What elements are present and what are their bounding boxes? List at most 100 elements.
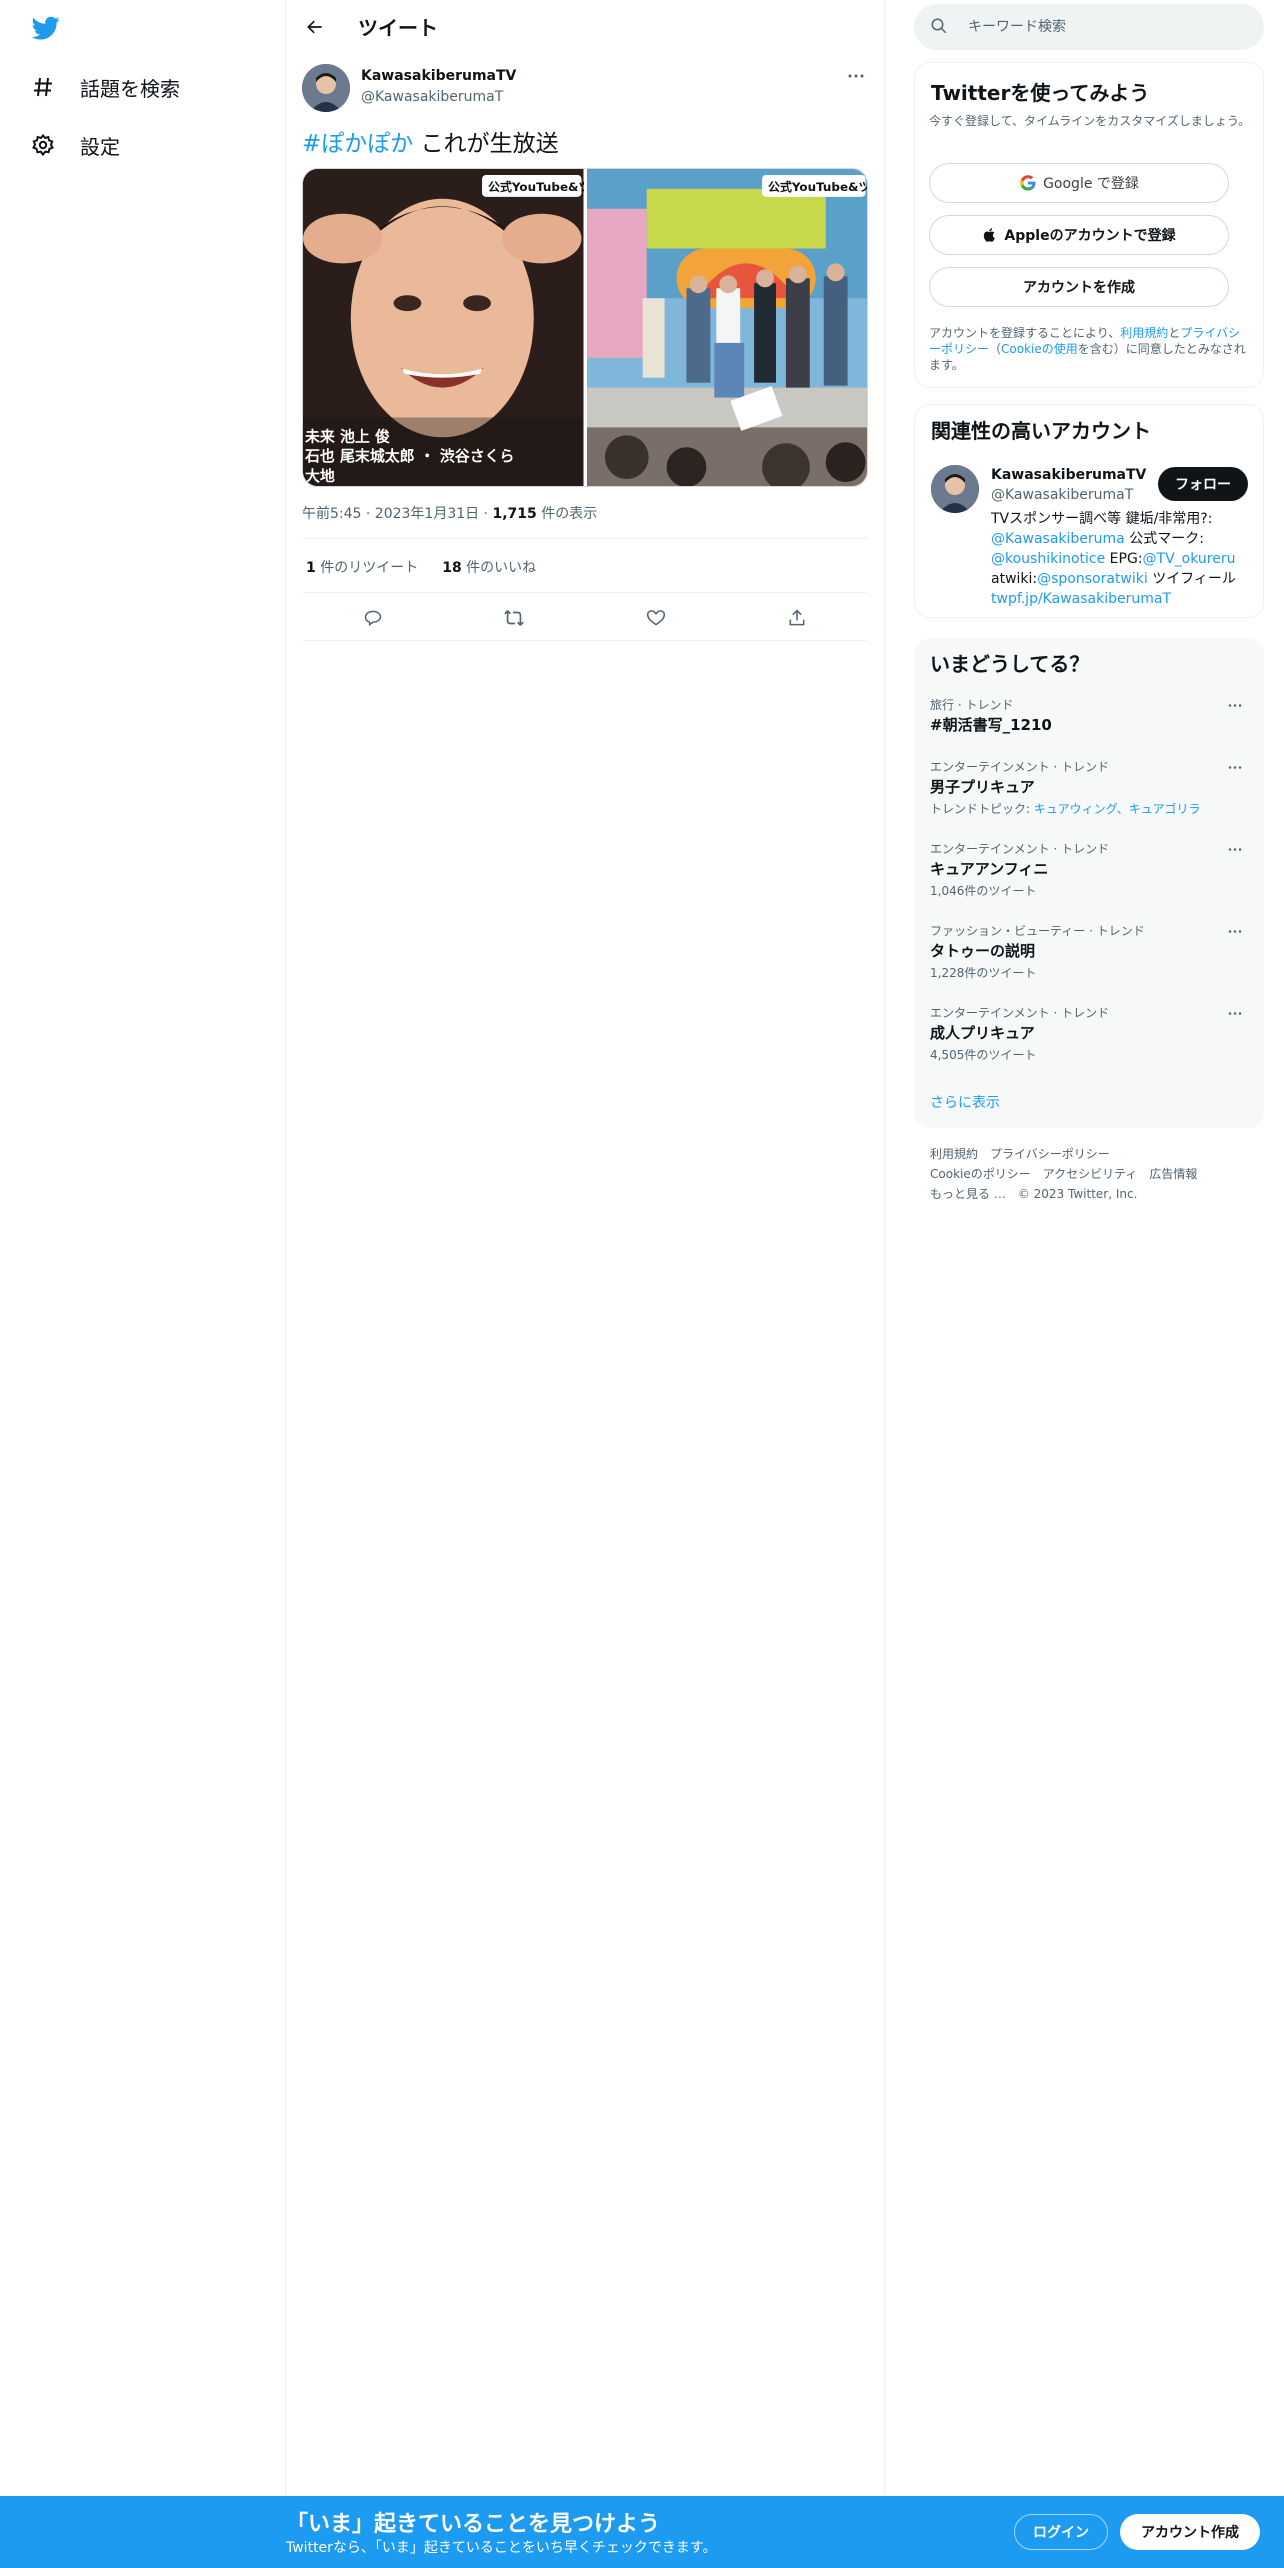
tweet-hashtag-link[interactable]: #ぽかぽか [302,131,413,157]
legal-paren: （ [989,342,1002,356]
signup-title: Twitterを使ってみよう [931,81,1150,105]
hashtag-icon [30,74,56,100]
divider [302,592,868,593]
create-account-button[interactable]: アカウントを作成 [929,267,1229,307]
retweet-count: 1 [306,560,316,576]
tweet-author-handle[interactable]: @KawasakiberumaT [361,89,503,105]
page-header: ツイート [286,0,885,54]
trend-name: タトゥーの説明 [930,942,1036,960]
more-options-icon[interactable] [844,66,868,86]
terms-link[interactable]: 利用規約 [1120,326,1168,340]
cookie-link[interactable]: Cookieの使用 [1001,342,1078,356]
bio-url-link[interactable]: twpf.jp/KawasakiberumaT [991,591,1171,607]
apple-signup-button[interactable]: Appleのアカウントで登録 [929,215,1229,255]
related-title: 関連性の高いアカウント [931,419,1151,443]
more-options-icon[interactable] [1224,758,1246,776]
tweet-photo-2[interactable]: 公式YouTube&ツイ [586,169,867,486]
trend-category: ファッション・ビューティー · トレンド [930,924,1145,938]
tweet-text: #ぽかぽか これが生放送 [302,128,559,160]
trend-tweet-count: 1,046件のツイート [930,884,1037,898]
trend-related-topics: トレンドトピック: キュアウィング、キュアゴリラ [930,800,1201,817]
bottom-bar-title: 「いま」起きていることを見つけよう [286,2512,661,2537]
legal-and: と [1168,326,1181,340]
signup-button[interactable]: アカウント作成 [1120,2514,1260,2550]
related-account-avatar[interactable] [931,465,979,513]
more-options-icon[interactable] [1224,1004,1246,1022]
left-navigation: 話題を検索 設定 [0,0,286,2496]
photo-1-subtitle-line-3: 大地 [305,467,335,485]
trends-title: いまどうしてる？ [930,652,1090,676]
tweet-body-text: これが生放送 [413,131,559,157]
footer-link-terms[interactable]: 利用規約 [930,1147,978,1161]
bio-text: EPG: [1105,551,1143,567]
trend-item[interactable]: エンターテインメント · トレンド 成人プリキュア 4,505件のツイート [914,1004,1264,1082]
footer-link-ads[interactable]: 広告情報 [1149,1167,1197,1181]
related-account-name[interactable]: KawasakiberumaTV [991,467,1146,483]
divider [302,538,868,539]
more-options-icon[interactable] [1224,840,1246,858]
twitter-bird-icon[interactable] [30,14,66,44]
footer-copyright: © 2023 Twitter, Inc. [1017,1187,1138,1201]
trend-tweet-count: 1,228件のツイート [930,966,1037,980]
tweet-author-name[interactable]: KawasakiberumaTV [361,68,516,84]
bio-mention-link[interactable]: @sponsoratwiki [1037,571,1148,587]
bio-mention-link[interactable]: @Kawasakiberuma [991,531,1125,547]
footer-link-cookie[interactable]: Cookieのポリシー [930,1167,1031,1181]
bio-mention-link[interactable]: @TV_okureru [1143,551,1236,567]
related-account-bio: TVスポンサー調べ等 鍵垢/非常用?: @Kawasakiberuma 公式マー… [991,509,1253,609]
like-count: 18 [442,560,462,576]
retweet-stat[interactable]: 1 件のリツイート [306,557,418,577]
search-input[interactable] [968,19,1238,35]
trend-item[interactable]: エンターテインメント · トレンド 男子プリキュア トレンドトピック: キュアウ… [914,758,1264,836]
photo-1-subtitle-line-1: 未来 池上 俊 [304,427,390,445]
signup-card: Twitterを使ってみよう 今すぐ登録して、タイムラインをカスタマイズしましょ… [914,62,1264,388]
trends-card: いまどうしてる？ 旅行 · トレンド #朝活書写_1210 エンターテインメント… [914,638,1264,1128]
trend-topics-prefix: トレンドトピック: [930,802,1034,816]
google-signup-button[interactable]: Google で登録 [929,163,1229,203]
retweet-icon[interactable] [497,601,531,635]
trend-item[interactable]: ファッション・ビューティー · トレンド タトゥーの説明 1,228件のツイート [914,922,1264,1000]
more-options-icon[interactable] [1224,696,1246,714]
main-column: ツイート KawasakiberumaTV @KawasakiberumaT #… [286,0,885,2496]
bio-text: ツイフィール [1147,571,1236,587]
trend-category: 旅行 · トレンド [930,698,1014,712]
trend-item[interactable]: エンターテインメント · トレンド キュアアンフィニ 1,046件のツイート [914,840,1264,918]
follow-button[interactable]: フォロー [1158,467,1248,501]
trend-tweet-count: 4,505件のツイート [930,1048,1037,1062]
footer-link-privacy[interactable]: プライバシーポリシー [990,1147,1110,1161]
trend-topics-links[interactable]: キュアウィング、キュアゴリラ [1034,802,1201,816]
login-button[interactable]: ログイン [1014,2514,1108,2550]
signup-legal-text: アカウントを登録することにより、利用規約とプライバシーポリシー（Cookieの使… [929,325,1251,373]
reply-icon[interactable] [356,601,390,635]
like-icon[interactable] [639,601,673,635]
tweet-photo-1[interactable]: 公式YouTube&ツイ 未来 池上 俊 石也 尾末城太郎 ・ 渋谷さくら 大地 [303,169,584,486]
more-options-icon[interactable] [1224,922,1246,940]
retweet-label: 件のリツイート [315,560,419,576]
show-more-trends-link[interactable]: さらに表示 [930,1092,1000,1112]
tweet-timestamp[interactable]: 午前5:45 · 2023年1月31日 · [302,506,493,522]
tweet-author-avatar[interactable] [302,64,350,112]
divider [302,640,868,641]
tweet-stats: 1 件のリツイート 18 件のいいね [306,557,536,577]
related-accounts-card: 関連性の高いアカウント KawasakiberumaTV @Kawasakibe… [914,404,1264,618]
like-label: 件のいいね [461,560,537,576]
nav-item-settings[interactable]: 設定 [30,125,120,165]
gear-icon [30,132,56,158]
back-arrow-icon[interactable] [298,10,332,44]
trend-category: エンターテインメント · トレンド [930,842,1110,856]
signup-subtitle: 今すぐ登録して、タイムラインをカスタマイズしましょう。 [929,114,1251,128]
trend-name: 男子プリキュア [930,778,1035,796]
trend-name: #朝活書写_1210 [930,716,1052,734]
share-icon[interactable] [780,601,814,635]
footer-link-accessibility[interactable]: アクセシビリティ [1043,1167,1138,1181]
footer-links: 利用規約 プライバシーポリシー Cookieのポリシー アクセシビリティ 広告情報 も… [930,1144,1250,1204]
nav-item-explore[interactable]: 話題を検索 [30,67,180,107]
trend-category: エンターテインメント · トレンド [930,760,1110,774]
search-bar[interactable] [914,4,1264,50]
bottom-bar-subtitle: Twitterなら、「いま」起きていることをいち早くチェックできます。 [286,2540,717,2556]
bio-mention-link[interactable]: @koushikinotice [991,551,1105,567]
related-account-handle[interactable]: @KawasakiberumaT [991,487,1133,503]
tweet-actions [302,598,868,638]
footer-link-more[interactable]: もっと見る … [930,1187,1006,1201]
like-stat[interactable]: 18 件のいいね [442,557,536,577]
